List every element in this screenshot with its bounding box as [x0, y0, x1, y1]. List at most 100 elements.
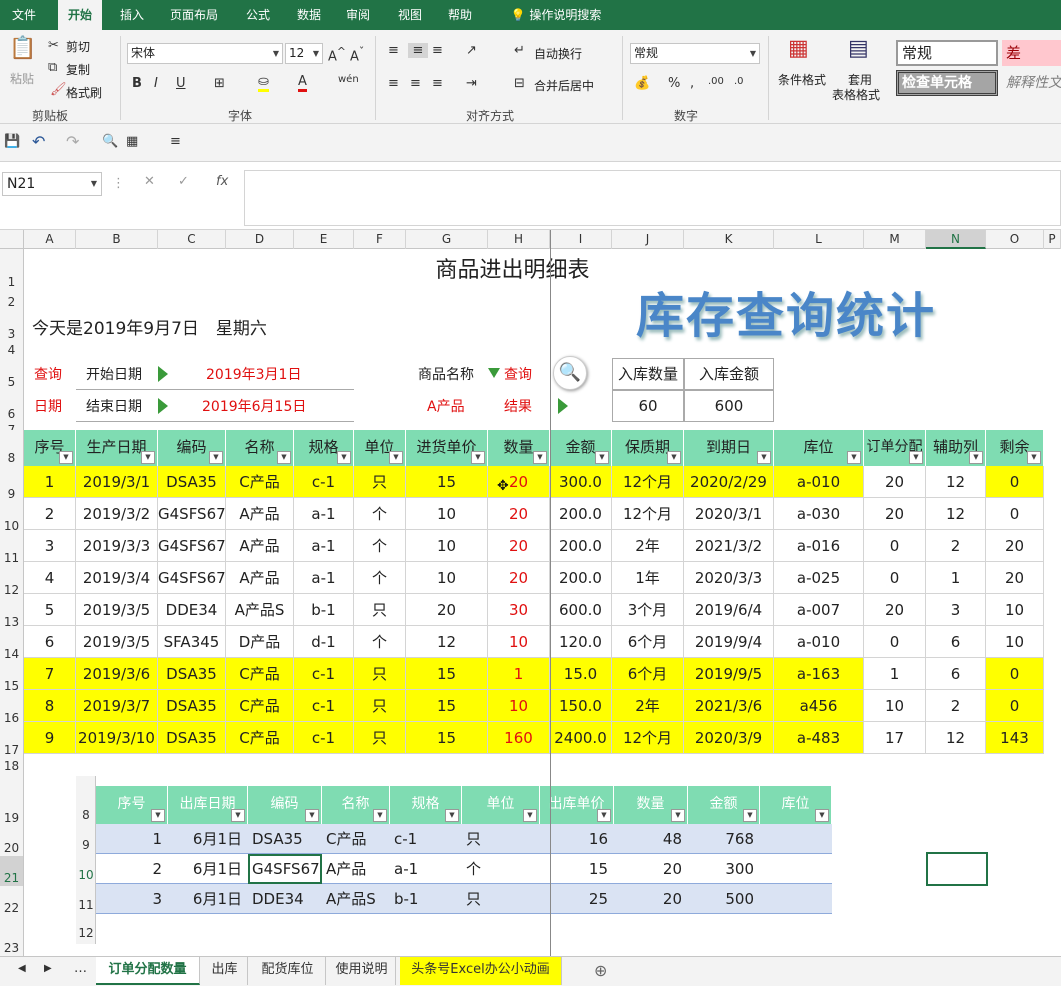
- italic-icon[interactable]: I: [154, 76, 158, 91]
- main-cell-r2-c11[interactable]: a-016: [774, 530, 864, 562]
- main-cell-r0-c10[interactable]: 2020/2/29: [684, 466, 774, 498]
- row-header-7[interactable]: 7: [0, 422, 24, 437]
- filter-dropdown-icon[interactable]: ▼: [373, 809, 387, 822]
- search-button-icon[interactable]: 🔍: [553, 356, 587, 390]
- row-header-10[interactable]: 10: [0, 502, 24, 534]
- main-cell-r2-c6[interactable]: 10: [406, 530, 488, 562]
- filter-dropdown-icon[interactable]: ▼: [277, 451, 291, 464]
- main-cell-r8-c8[interactable]: 2400.0: [550, 722, 612, 754]
- filter-dropdown-icon[interactable]: ▼: [1027, 451, 1041, 464]
- main-cell-r8-c6[interactable]: 15: [406, 722, 488, 754]
- filter-dropdown-icon[interactable]: ▼: [847, 451, 861, 464]
- filter-dropdown-icon[interactable]: ▼: [743, 809, 757, 822]
- style-check-cell[interactable]: 检查单元格: [896, 70, 998, 96]
- main-cell-r5-c8[interactable]: 120.0: [550, 626, 612, 658]
- main-cell-r8-c11[interactable]: a-483: [774, 722, 864, 754]
- filter-dropdown-icon[interactable]: ▼: [757, 451, 771, 464]
- style-bad[interactable]: 差: [1002, 40, 1061, 66]
- main-cell-r8-c1[interactable]: 2019/3/10: [76, 722, 158, 754]
- column-header-M[interactable]: M: [864, 230, 926, 249]
- column-header-E[interactable]: E: [294, 230, 354, 249]
- filter-dropdown-icon[interactable]: ▼: [59, 451, 73, 464]
- table-format-button-2[interactable]: 表格格式: [832, 86, 880, 103]
- main-cell-r7-c4[interactable]: c-1: [294, 690, 354, 722]
- main-cell-r8-c10[interactable]: 2020/3/9: [684, 722, 774, 754]
- select-all-corner[interactable]: [0, 230, 24, 249]
- main-cell-r1-c9[interactable]: 12个月: [612, 498, 684, 530]
- filter-dropdown-icon[interactable]: ▼: [231, 809, 245, 822]
- insert-function-icon[interactable]: fx: [216, 174, 228, 189]
- main-cell-r2-c12[interactable]: 0: [864, 530, 926, 562]
- main-cell-r6-c6[interactable]: 15: [406, 658, 488, 690]
- row-header-17[interactable]: 17: [0, 726, 24, 758]
- copy-button[interactable]: 复制: [66, 61, 90, 78]
- main-cell-r3-c3[interactable]: A产品: [226, 562, 294, 594]
- out-cell-r0-c2[interactable]: DSA35: [248, 824, 322, 854]
- main-cell-r4-c11[interactable]: a-007: [774, 594, 864, 626]
- main-cell-r3-c7[interactable]: 20: [488, 562, 550, 594]
- product-dropdown-icon[interactable]: [488, 368, 500, 378]
- main-cell-r4-c6[interactable]: 20: [406, 594, 488, 626]
- main-cell-r4-c10[interactable]: 2019/6/4: [684, 594, 774, 626]
- main-cell-r3-c13[interactable]: 1: [926, 562, 986, 594]
- main-cell-r6-c12[interactable]: 1: [864, 658, 926, 690]
- decrease-decimal-icon[interactable]: .0: [734, 76, 744, 87]
- row-header-4[interactable]: 4: [0, 342, 24, 358]
- print-preview-icon[interactable]: 🔍: [102, 134, 118, 149]
- prev-sheet-icon[interactable]: ◀: [18, 963, 26, 974]
- out-cell-r2-c7[interactable]: 20: [614, 884, 688, 914]
- main-cell-r4-c9[interactable]: 3个月: [612, 594, 684, 626]
- row-header-3[interactable]: 3: [0, 310, 24, 342]
- ribbon-tab-8[interactable]: 帮助: [440, 0, 480, 30]
- format-painter-button[interactable]: 格式刷: [66, 84, 102, 101]
- fill-color-icon[interactable]: ⛀: [258, 74, 269, 92]
- main-cell-r7-c3[interactable]: C产品: [226, 690, 294, 722]
- main-cell-r8-c14[interactable]: 143: [986, 722, 1044, 754]
- ribbon-tab-0[interactable]: 文件: [0, 0, 48, 30]
- main-cell-r0-c1[interactable]: 2019/3/1: [76, 466, 158, 498]
- ribbon-tab-3[interactable]: 页面布局: [164, 0, 224, 30]
- main-cell-r3-c10[interactable]: 2020/3/3: [684, 562, 774, 594]
- main-cell-r8-c7[interactable]: 160: [488, 722, 550, 754]
- main-cell-r5-c4[interactable]: d-1: [294, 626, 354, 658]
- main-cell-r6-c14[interactable]: 0: [986, 658, 1044, 690]
- more-sheets-icon[interactable]: …: [74, 961, 87, 976]
- out-cell-r0-c5[interactable]: 只: [462, 824, 540, 854]
- main-cell-r7-c1[interactable]: 2019/3/7: [76, 690, 158, 722]
- main-cell-r2-c5[interactable]: 个: [354, 530, 406, 562]
- out-cell-r0-c0[interactable]: 1: [96, 824, 168, 854]
- main-cell-r6-c1[interactable]: 2019/3/6: [76, 658, 158, 690]
- main-cell-r2-c13[interactable]: 2: [926, 530, 986, 562]
- main-cell-r0-c13[interactable]: 12: [926, 466, 986, 498]
- align-top-icon[interactable]: ≡: [388, 43, 399, 58]
- out-cell-r1-c9[interactable]: [760, 854, 832, 884]
- main-cell-r5-c1[interactable]: 2019/3/5: [76, 626, 158, 658]
- main-cell-r5-c0[interactable]: 6: [24, 626, 76, 658]
- main-cell-r6-c3[interactable]: C产品: [226, 658, 294, 690]
- main-cell-r8-c5[interactable]: 只: [354, 722, 406, 754]
- out-cell-r2-c5[interactable]: 只: [462, 884, 540, 914]
- main-cell-r4-c4[interactable]: b-1: [294, 594, 354, 626]
- main-cell-r0-c4[interactable]: c-1: [294, 466, 354, 498]
- column-header-P[interactable]: P: [1044, 230, 1061, 249]
- column-header-N[interactable]: N: [926, 230, 986, 249]
- main-cell-r7-c14[interactable]: 0: [986, 690, 1044, 722]
- main-cell-r7-c13[interactable]: 2: [926, 690, 986, 722]
- row-header-23[interactable]: 23: [0, 916, 24, 956]
- indent-icon[interactable]: ⇥: [466, 76, 477, 91]
- main-cell-r4-c13[interactable]: 3: [926, 594, 986, 626]
- conditional-format-icon[interactable]: ▦: [788, 36, 809, 61]
- main-cell-r1-c13[interactable]: 12: [926, 498, 986, 530]
- main-cell-r0-c8[interactable]: 300.0: [550, 466, 612, 498]
- row-header-21[interactable]: 21: [0, 856, 24, 886]
- out-cell-r0-c6[interactable]: 16: [540, 824, 614, 854]
- main-cell-r5-c14[interactable]: 10: [986, 626, 1044, 658]
- redo-icon[interactable]: ↷: [66, 132, 79, 151]
- customize-icon[interactable]: ≡: [170, 134, 181, 149]
- main-cell-r3-c12[interactable]: 0: [864, 562, 926, 594]
- filter-dropdown-icon[interactable]: ▼: [209, 451, 223, 464]
- align-left-icon[interactable]: ≡: [388, 76, 399, 91]
- font-color-icon[interactable]: A: [298, 74, 307, 92]
- main-cell-r4-c14[interactable]: 10: [986, 594, 1044, 626]
- row-header-18[interactable]: 18: [0, 758, 24, 773]
